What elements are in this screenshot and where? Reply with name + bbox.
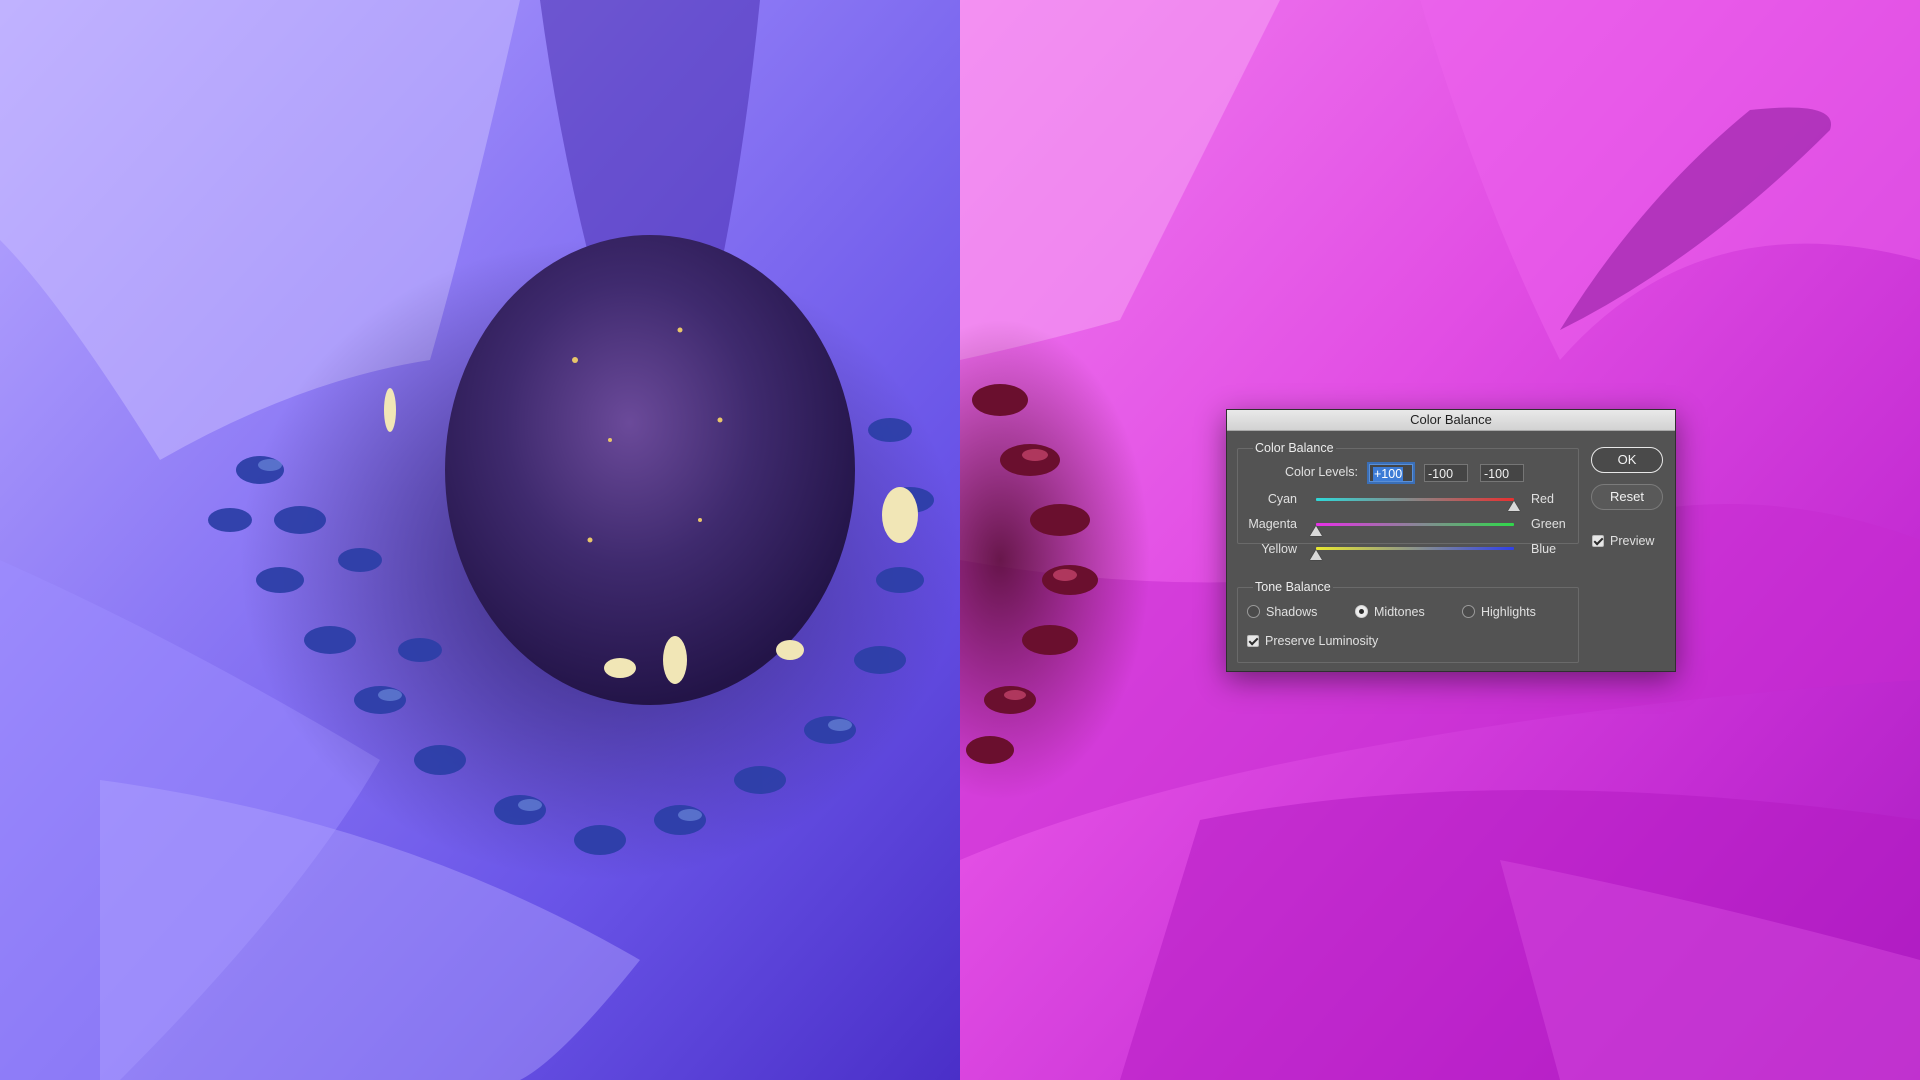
midtones-radio[interactable] bbox=[1355, 605, 1368, 618]
tone-balance-group-title: Tone Balance bbox=[1253, 580, 1333, 594]
dialog-title[interactable]: Color Balance bbox=[1227, 410, 1675, 431]
cyan-red-slider-track[interactable] bbox=[1316, 498, 1514, 501]
color-balance-group-title: Color Balance bbox=[1253, 441, 1336, 455]
level-input-yellow-blue[interactable]: -100 bbox=[1480, 464, 1524, 482]
magenta-green-slider-track[interactable] bbox=[1316, 523, 1514, 526]
color-balance-dialog: Color Balance Color Balance Color Levels… bbox=[1226, 409, 1676, 672]
ok-button[interactable]: OK bbox=[1591, 447, 1663, 473]
preserve-luminosity-label[interactable]: Preserve Luminosity bbox=[1265, 634, 1378, 648]
cyan-red-slider-thumb[interactable] bbox=[1508, 501, 1520, 511]
color-levels-label: Color Levels: bbox=[1285, 465, 1358, 479]
highlights-radio[interactable] bbox=[1462, 605, 1475, 618]
green-label: Green bbox=[1531, 517, 1566, 531]
preview-label[interactable]: Preview bbox=[1610, 534, 1654, 548]
preview-checkbox[interactable] bbox=[1592, 535, 1604, 547]
blue-label: Blue bbox=[1531, 542, 1557, 556]
shadows-label[interactable]: Shadows bbox=[1266, 605, 1317, 619]
level-input-cyan-red[interactable]: +100 bbox=[1369, 464, 1413, 482]
level-input-magenta-green[interactable]: -100 bbox=[1424, 464, 1468, 482]
yellow-blue-slider-track[interactable] bbox=[1316, 547, 1514, 550]
red-label: Red bbox=[1531, 492, 1554, 506]
highlights-label[interactable]: Highlights bbox=[1481, 605, 1536, 619]
midtones-label[interactable]: Midtones bbox=[1374, 605, 1425, 619]
magenta-label: Magenta bbox=[1248, 517, 1297, 531]
yellow-blue-slider-thumb[interactable] bbox=[1310, 550, 1322, 560]
yellow-label: Yellow bbox=[1261, 542, 1297, 556]
photo-left-half bbox=[0, 0, 960, 1080]
shadows-radio[interactable] bbox=[1247, 605, 1260, 618]
magenta-green-slider-thumb[interactable] bbox=[1310, 526, 1322, 536]
preserve-luminosity-checkbox[interactable] bbox=[1247, 635, 1259, 647]
reset-button[interactable]: Reset bbox=[1591, 484, 1663, 510]
tone-balance-group bbox=[1237, 587, 1579, 663]
cyan-label: Cyan bbox=[1267, 492, 1297, 506]
